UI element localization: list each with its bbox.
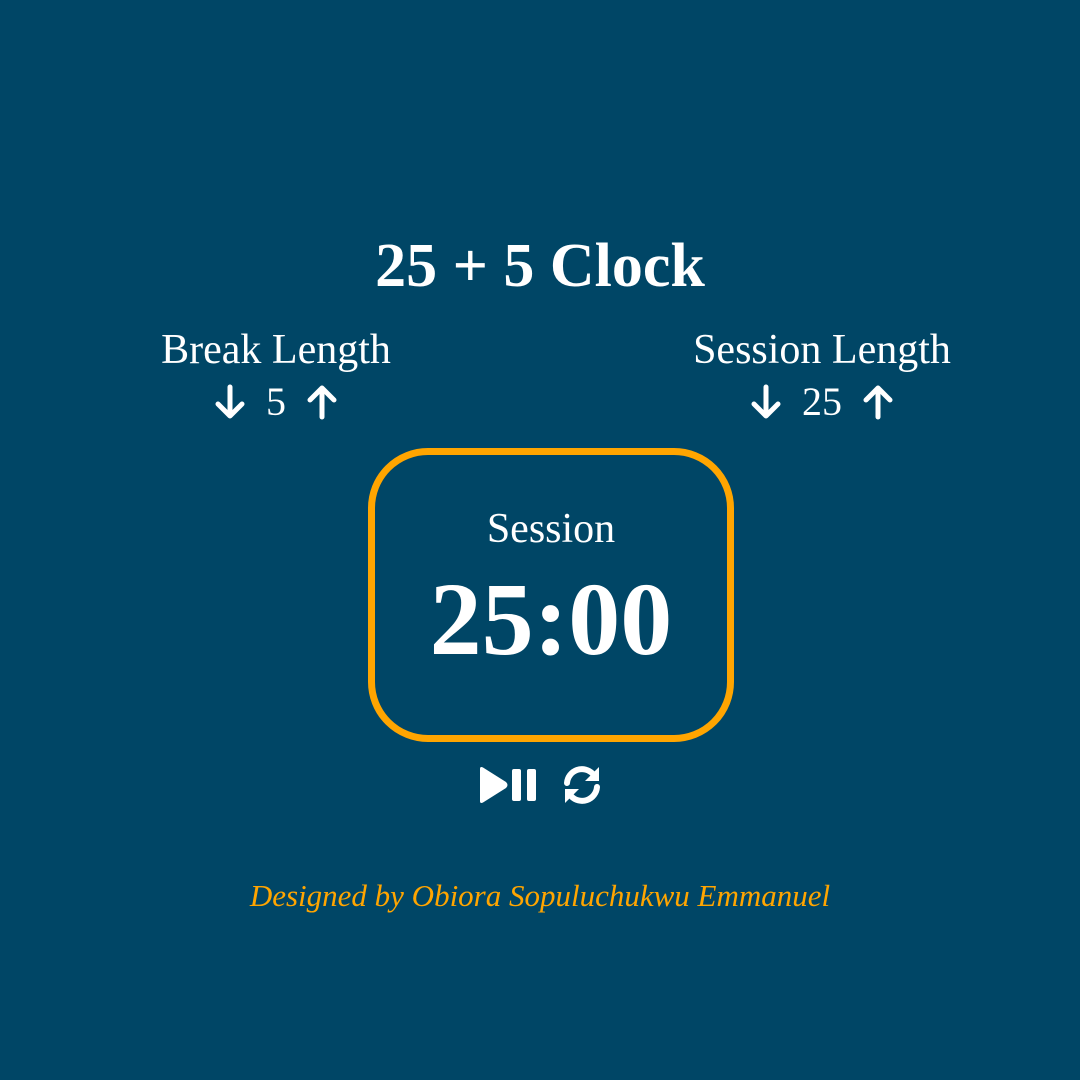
timer-display: Session 25:00	[368, 448, 734, 742]
session-length-controls: 25	[642, 376, 1002, 428]
break-decrement-button[interactable]	[212, 382, 248, 422]
arrow-up-icon	[863, 385, 893, 420]
reset-button[interactable]	[560, 764, 604, 806]
app-title: 25 + 5 Clock	[375, 232, 705, 300]
break-length-value: 5	[266, 379, 286, 424]
break-length-group: Break Length 5	[96, 324, 456, 428]
arrow-up-icon	[307, 385, 337, 420]
session-length-label: Session Length	[693, 327, 951, 373]
designer-credit: Designed by Obiora Sopuluchukwu Emmanuel	[249, 878, 831, 913]
timer-label: Session	[486, 506, 616, 552]
arrow-down-icon	[215, 384, 245, 419]
refresh-icon	[564, 766, 600, 804]
session-decrement-button[interactable]	[748, 382, 784, 422]
start-stop-button[interactable]	[476, 765, 538, 805]
break-length-controls: 5	[96, 376, 456, 428]
play-pause-icon	[480, 767, 536, 803]
session-increment-button[interactable]	[860, 382, 896, 422]
session-length-value: 25	[802, 379, 842, 424]
session-length-group: Session Length 25	[642, 324, 1002, 428]
timer-controls	[0, 764, 1080, 806]
timer-time-left: 25:00	[429, 562, 673, 677]
break-length-label: Break Length	[161, 327, 391, 373]
arrow-down-icon	[751, 384, 781, 419]
break-increment-button[interactable]	[304, 382, 340, 422]
